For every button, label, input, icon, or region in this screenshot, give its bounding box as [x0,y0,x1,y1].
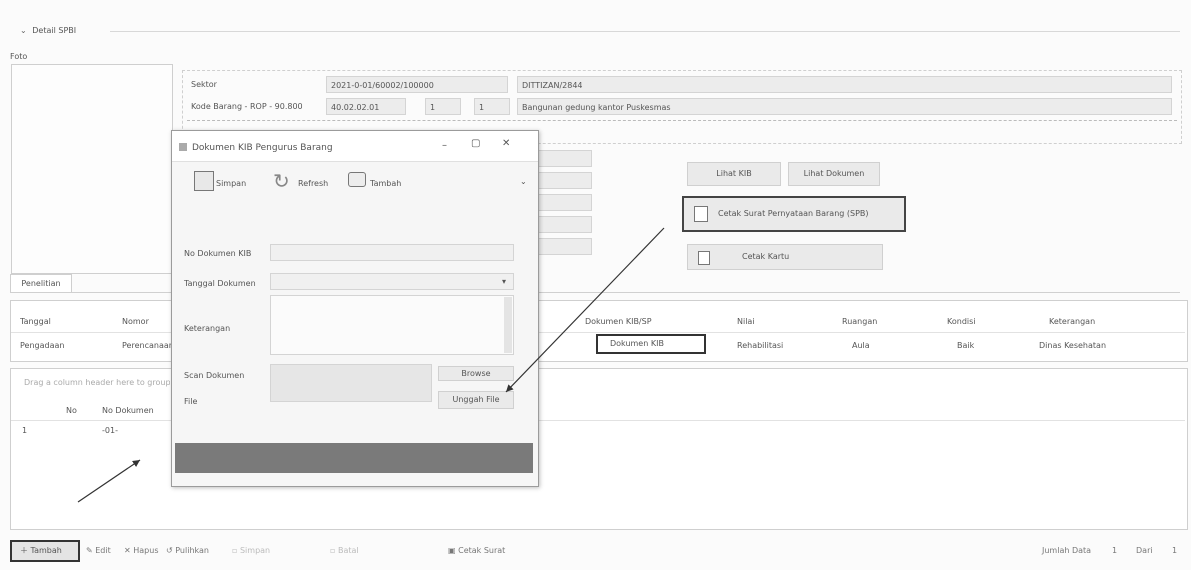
jumlah-data-value: 1 [1112,546,1118,555]
dari-label: Dari [1136,546,1153,555]
delete-icon: ✕ [124,546,131,555]
simpan-toolbar-button[interactable]: ▫ Simpan [232,546,270,555]
cetak-toolbar-button[interactable]: ▣ Cetak Surat [448,546,505,555]
dari-value: 1 [1172,546,1178,555]
restore-icon: ↺ [166,546,173,555]
arrow-to-unggah-button [505,227,665,393]
pulihkan-toolbar-button[interactable]: ↺ Pulihkan [166,546,209,555]
tambah-toolbar-button[interactable]: ＋ Tambah [10,540,80,562]
edit-icon: ✎ [86,546,93,555]
arrow-to-doc-grid [77,459,141,503]
batal-toolbar-button[interactable]: ▫ Batal [330,546,359,555]
annotation-arrows [77,227,665,503]
hapus-toolbar-button[interactable]: ✕ Hapus [124,546,158,555]
jumlah-data-label: Jumlah Data [1042,546,1092,555]
cancel-icon: ▫ [330,546,336,555]
edit-toolbar-button[interactable]: ✎ Edit [86,546,111,555]
add-icon: ＋ [20,546,28,555]
save-small-icon: ▫ [232,546,238,555]
print-icon: ▣ [448,546,456,555]
